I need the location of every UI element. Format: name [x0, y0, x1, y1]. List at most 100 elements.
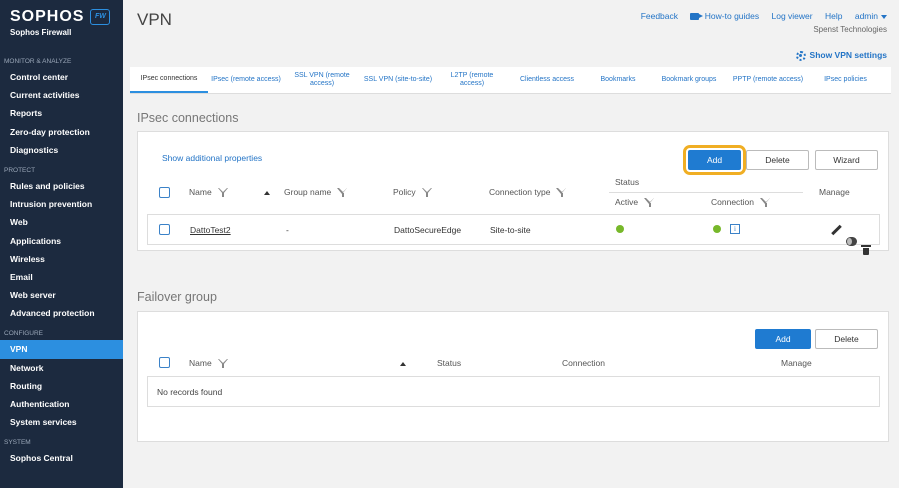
tab-bookmark-groups[interactable]: Bookmark groups	[650, 67, 728, 93]
sidebar-item-zero-day-protection[interactable]: Zero-day protection	[0, 123, 123, 141]
column-header-manage: Manage	[819, 187, 850, 197]
sidebar: SOPHOS FW Sophos Firewall MONITOR & ANALY…	[0, 0, 123, 488]
edit-pencil-icon[interactable]	[831, 225, 842, 236]
main-content: VPN Feedback How-to guides Log viewer He…	[123, 0, 899, 488]
sidebar-item-rules-and-policies[interactable]: Rules and policies	[0, 177, 123, 195]
sidebar-item-network[interactable]: Network	[0, 359, 123, 377]
delete-failover-button[interactable]: Delete	[815, 329, 878, 349]
column-label: Name	[189, 187, 212, 197]
sidebar-item-applications[interactable]: Applications	[0, 232, 123, 250]
select-all-checkbox[interactable]	[159, 187, 170, 198]
show-vpn-settings-link[interactable]: Show VPN settings	[795, 50, 887, 61]
sidebar-item-current-activities[interactable]: Current activities	[0, 86, 123, 104]
sidebar-item-system-services[interactable]: System services	[0, 413, 123, 431]
fw-badge-icon: FW	[90, 9, 111, 25]
column-label: Group name	[284, 187, 332, 197]
video-camera-icon	[690, 13, 704, 21]
nav-section-header: SYSTEM	[4, 439, 31, 447]
sidebar-item-routing[interactable]: Routing	[0, 377, 123, 395]
column-label: Name	[189, 358, 212, 368]
delete-connection-button[interactable]: Delete	[746, 150, 809, 170]
tab-pptp-remote-access[interactable]: PPTP (remote access)	[728, 67, 808, 93]
group-name-cell: -	[286, 225, 289, 235]
column-header-active[interactable]: Active	[615, 197, 655, 208]
sidebar-item-authentication[interactable]: Authentication	[0, 395, 123, 413]
admin-menu[interactable]: admin	[855, 11, 887, 21]
filter-icon[interactable]	[421, 187, 433, 198]
admin-label: admin	[854, 11, 878, 21]
column-header-name[interactable]: Name	[189, 187, 229, 198]
chevron-down-icon	[881, 14, 887, 19]
toggle-icon[interactable]	[846, 237, 857, 246]
add-failover-button[interactable]: Add	[755, 329, 811, 349]
tab-ssl-vpn-remote-access[interactable]: SSL VPN (remote access)	[284, 67, 360, 93]
select-all-checkbox[interactable]	[159, 357, 170, 368]
connection-name-link[interactable]: DattoTest2	[190, 225, 231, 235]
column-header-name[interactable]: Name	[189, 358, 229, 369]
show-additional-properties-link[interactable]: Show additional properties	[162, 153, 262, 163]
info-icon[interactable]: i	[730, 224, 740, 234]
filter-icon[interactable]	[217, 187, 229, 198]
filter-icon[interactable]	[217, 358, 229, 369]
sidebar-item-email[interactable]: Email	[0, 268, 123, 286]
help-link[interactable]: Help	[825, 11, 842, 21]
tab-ipsec-connections[interactable]: IPsec connections	[130, 67, 208, 93]
nav-section-header: CONFIGURE	[4, 330, 43, 338]
tab-l2tp-remote-access[interactable]: L2TP (remote access)	[436, 67, 508, 93]
table-row: DattoTest2 - DattoSecureEdge Site-to-sit…	[147, 214, 880, 255]
ipsec-section-title: IPsec connections	[137, 111, 239, 125]
sidebar-item-reports[interactable]: Reports	[0, 104, 123, 122]
filter-icon[interactable]	[644, 197, 655, 208]
sidebar-item-control-center[interactable]: Control center	[0, 68, 123, 86]
sidebar-nav: MONITOR & ANALYZE Control center Current a…	[0, 50, 123, 468]
logviewer-link[interactable]: Log viewer	[772, 11, 813, 21]
sidebar-item-wireless[interactable]: Wireless	[0, 250, 123, 268]
add-connection-button[interactable]: Add	[683, 145, 746, 175]
wizard-button[interactable]: Wizard	[815, 150, 878, 170]
tab-ssl-vpn-site-to-site[interactable]: SSL VPN (site-to-site)	[360, 67, 436, 93]
sidebar-item-intrusion-prevention[interactable]: Intrusion prevention	[0, 195, 123, 213]
tab-clientless-access[interactable]: Clientless access	[508, 67, 586, 93]
row-checkbox[interactable]	[159, 224, 170, 235]
sort-ascending-icon[interactable]	[400, 362, 406, 366]
vpn-tabs: IPsec connections IPsec (remote access) SS…	[130, 67, 891, 94]
column-label: Connection	[711, 197, 755, 207]
product-name: Sophos Firewall	[10, 28, 72, 37]
sidebar-item-web-server[interactable]: Web server	[0, 286, 123, 304]
feedback-link[interactable]: Feedback	[641, 11, 678, 21]
sidebar-item-vpn[interactable]: VPN	[0, 340, 123, 359]
column-header-status: Status	[615, 177, 640, 187]
column-header-policy[interactable]: Policy	[393, 187, 433, 198]
sidebar-item-sophos-central[interactable]: Sophos Central	[0, 449, 123, 467]
policy-cell: DattoSecureEdge	[394, 225, 462, 235]
filter-icon[interactable]	[337, 187, 348, 198]
filter-icon[interactable]	[556, 187, 567, 198]
sort-ascending-icon[interactable]	[264, 191, 270, 195]
column-header-group[interactable]: Group name	[284, 187, 348, 198]
column-header-status: Status	[437, 358, 462, 368]
tab-ipsec-remote-access[interactable]: IPsec (remote access)	[208, 67, 284, 93]
empty-row: No records found	[147, 376, 880, 407]
sidebar-item-web[interactable]: Web	[0, 213, 123, 231]
column-header-connection[interactable]: Connection	[711, 197, 771, 208]
nav-section-header: PROTECT	[4, 166, 36, 174]
column-header-manage: Manage	[781, 358, 812, 368]
brand-name: SOPHOS	[10, 8, 85, 25]
column-label: Policy	[393, 187, 416, 197]
top-links: Feedback How-to guides Log viewer Help a…	[631, 11, 887, 21]
tab-ipsec-policies[interactable]: IPsec policies	[808, 67, 883, 93]
howto-link[interactable]: How-to guides	[690, 11, 759, 21]
show-vpn-settings-label: Show VPN settings	[809, 50, 887, 60]
sidebar-item-diagnostics[interactable]: Diagnostics	[0, 141, 123, 159]
sidebar-item-advanced-protection[interactable]: Advanced protection	[0, 304, 123, 322]
no-records-text: No records found	[157, 387, 223, 397]
column-header-connection: Connection	[562, 358, 606, 368]
filter-icon[interactable]	[760, 197, 771, 208]
howto-label: How-to guides	[704, 11, 760, 21]
trash-icon[interactable]	[861, 245, 871, 255]
column-label: Active	[615, 197, 639, 207]
tab-bookmarks[interactable]: Bookmarks	[586, 67, 650, 93]
sophos-logo: SOPHOS FW Sophos Firewall	[0, 0, 123, 50]
failover-panel: Add Delete Name Status Connection Manage…	[137, 311, 889, 442]
column-header-connection-type[interactable]: Connection type	[489, 187, 567, 198]
